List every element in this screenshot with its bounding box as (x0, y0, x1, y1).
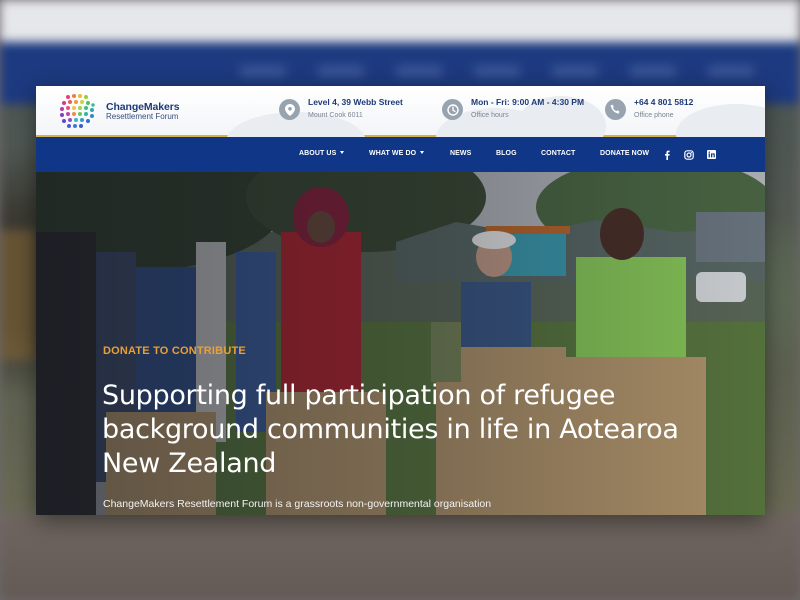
hero-section: DONATE TO CONTRIBUTE Supporting full par… (36, 172, 765, 515)
main-nav: ABOUT US WHAT WE DO NEWS BLOG CONTACT DO… (36, 137, 765, 172)
phone-icon (605, 99, 626, 120)
hours-info: Mon - Fri: 9:00 AM - 4:30 PM Office hour… (442, 97, 584, 120)
hero-headline: Supporting full participation of refugee… (102, 380, 679, 479)
phone-label: Office phone (634, 112, 674, 119)
logo-subtitle: Resettlement Forum (106, 112, 179, 122)
nav-about-us[interactable]: ABOUT US (299, 150, 345, 157)
hero-description: ChangeMakers Resettlement Forum is a gra… (103, 498, 492, 510)
donate-link[interactable]: DONATE TO CONTRIBUTE (103, 345, 246, 357)
chevron-down-icon (340, 151, 345, 154)
hours-line: Mon - Fri: 9:00 AM - 4:30 PM (471, 97, 585, 107)
nav-blog[interactable]: BLOG (496, 150, 517, 157)
clock-icon (442, 99, 463, 120)
logo-mark-icon (60, 94, 95, 128)
address-suburb: Mount Cook 6011 (308, 112, 363, 119)
site-logo[interactable]: ChangeMakers Resettlement Forum (56, 91, 180, 133)
nav-what-we-do[interactable]: WHAT WE DO (369, 150, 425, 157)
website-preview-card: ChangeMakers Resettlement Forum Level 4,… (36, 86, 765, 515)
nav-news[interactable]: NEWS (450, 150, 471, 157)
address-line: Level 4, 39 Webb Street (308, 97, 403, 107)
instagram-icon[interactable] (683, 149, 694, 160)
location-pin-icon (279, 99, 300, 120)
nav-donate-now[interactable]: DONATE NOW (600, 150, 649, 157)
nav-contact[interactable]: CONTACT (541, 150, 575, 157)
facebook-icon[interactable] (661, 149, 672, 160)
address-info[interactable]: Level 4, 39 Webb Street Mount Cook 6011 (279, 97, 403, 120)
hours-label: Office hours (471, 112, 509, 119)
phone-number: +64 4 801 5812 (634, 97, 694, 107)
chevron-down-icon (420, 151, 425, 154)
phone-info[interactable]: +64 4 801 5812 Office phone (605, 97, 693, 120)
top-info-bar: ChangeMakers Resettlement Forum Level 4,… (36, 86, 765, 172)
linkedin-icon[interactable] (706, 149, 717, 160)
